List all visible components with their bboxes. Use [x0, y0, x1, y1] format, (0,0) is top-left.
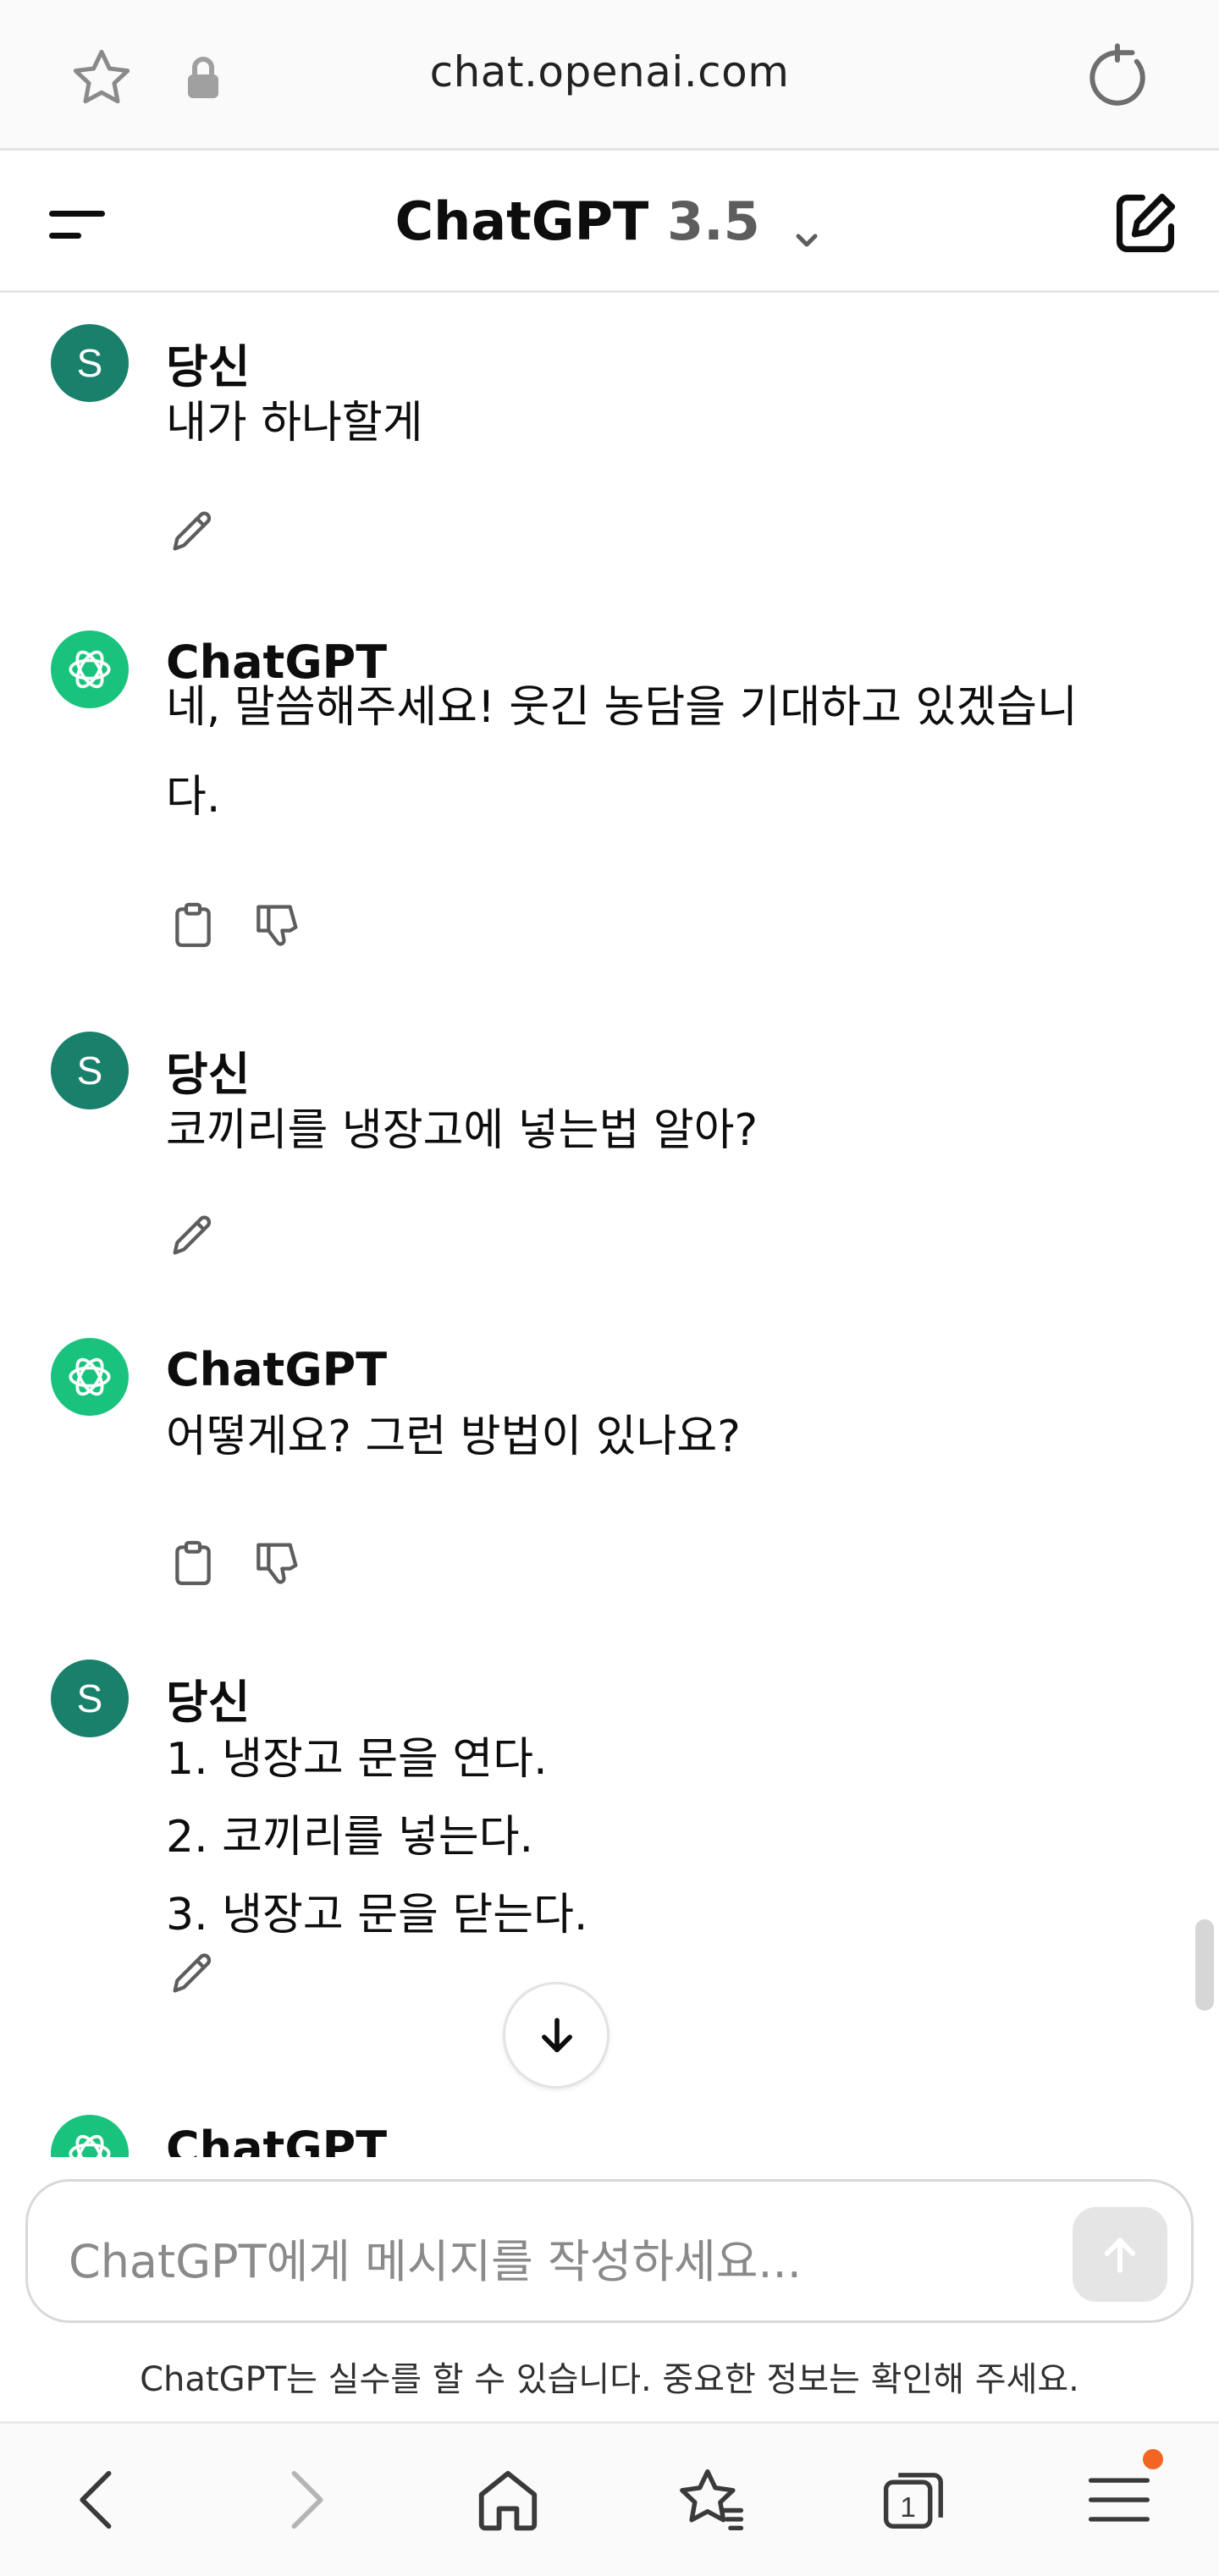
disclaimer-text: ChatGPT는 실수를 할 수 있습니다. 중요한 정보는 확인해 주세요.	[140, 2360, 1079, 2399]
chatgpt-logo-icon	[51, 630, 129, 708]
browser-url-bar: chat.openai.com	[0, 0, 1219, 151]
message-line: 다.	[166, 772, 221, 823]
forward-icon[interactable]	[262, 2458, 347, 2542]
message-line: 2. 코끼리를 넣는다.	[166, 1812, 534, 1863]
tabs-icon[interactable]: 1	[872, 2458, 957, 2542]
hamburger-menu-icon[interactable]	[1077, 2458, 1161, 2542]
back-icon[interactable]	[56, 2458, 141, 2542]
message-line: 어떻게요? 그런 방법이 있나요?	[166, 1412, 741, 1462]
edit-pencil-icon[interactable]	[166, 1946, 220, 2000]
user-avatar: S	[51, 1032, 129, 1109]
scrollbar-thumb[interactable]	[1195, 1919, 1214, 2011]
url-text[interactable]: chat.openai.com	[0, 47, 1219, 96]
assistant-message: ChatGPT 어떻게요? 그런 방법이 있나요?	[0, 1338, 1219, 1617]
tab-count: 1	[900, 2492, 916, 2524]
message-line: 네, 말씀해주세요! 웃긴 농담을 기대하고 있겠습니	[166, 682, 1078, 733]
message-text: 1. 냉장고 문을 연다. 2. 코끼리를 넣는다. 3. 냉장고 문을 닫는다…	[166, 1720, 1139, 1954]
message-text: 내가 하나할게	[166, 378, 1139, 468]
bookmarks-star-icon[interactable]	[669, 2458, 753, 2542]
model-selector[interactable]: ChatGPT 3.5	[0, 190, 1219, 252]
assistant-message: ChatGPT 네, 말씀해주세요! 웃긴 농담을 기대하고 있겠습니 다.	[0, 629, 1219, 984]
arrow-up-icon	[1104, 2237, 1136, 2273]
message-line: 내가 하나할게	[166, 398, 423, 449]
message-input[interactable]: ChatGPT에게 메시지를 작성하세요...	[25, 2179, 1194, 2323]
conversation-area: S 당신 내가 하나할게 ChatGPT 네, 말씀해주세요! 웃긴 농담을 기…	[0, 295, 1219, 2157]
message-line: 코끼리를 냉장고에 넣는법 알아?	[166, 1105, 758, 1156]
browser-bottom-nav: 1	[0, 2421, 1219, 2576]
chatgpt-logo-icon	[51, 1338, 129, 1416]
notification-badge	[1143, 2449, 1163, 2469]
app-header: ChatGPT 3.5	[0, 153, 1219, 293]
arrow-down-icon	[542, 2017, 572, 2053]
copy-clipboard-icon[interactable]	[166, 1536, 220, 1590]
message-text: 네, 말씀해주세요! 웃긴 농담을 기대하고 있겠습니 다.	[166, 663, 1139, 842]
thumbs-down-icon[interactable]	[251, 1536, 305, 1590]
message-text: 코끼리를 냉장고에 넣는법 알아?	[166, 1086, 1139, 1175]
thumbs-down-icon[interactable]	[251, 898, 305, 952]
user-message: S 당신 1. 냉장고 문을 연다. 2. 코끼리를 넣는다. 3. 냉장고 문…	[0, 1656, 1219, 2028]
chevron-down-icon	[790, 208, 824, 247]
message-line: 1. 냉장고 문을 연다.	[166, 1734, 548, 1785]
send-button[interactable]	[1073, 2207, 1167, 2302]
model-version: 3.5	[666, 190, 760, 252]
scroll-to-bottom-button[interactable]	[503, 1982, 610, 2089]
chatgpt-logo-icon	[51, 2115, 129, 2157]
home-icon[interactable]	[466, 2458, 550, 2542]
user-message: S 당신 내가 하나할게	[0, 321, 1219, 608]
user-avatar: S	[51, 324, 129, 402]
message-text: 어떻게요? 그런 방법이 있나요?	[166, 1392, 1139, 1482]
assistant-message: ChatGPT	[0, 2115, 1219, 2157]
edit-pencil-icon[interactable]	[166, 504, 220, 558]
composer-area: ChatGPT에게 메시지를 작성하세요... ChatGPT는 실수를 할 수…	[0, 2157, 1219, 2421]
message-author: ChatGPT	[166, 1343, 388, 1396]
message-line: 3. 냉장고 문을 닫는다.	[166, 1890, 588, 1940]
user-message: S 당신 코끼리를 냉장고에 넣는법 알아?	[0, 1028, 1219, 1307]
reload-icon[interactable]	[1082, 42, 1153, 113]
input-placeholder: ChatGPT에게 메시지를 작성하세요...	[69, 2235, 802, 2288]
model-title: ChatGPT	[394, 190, 649, 252]
new-chat-icon[interactable]	[1109, 187, 1182, 260]
copy-clipboard-icon[interactable]	[166, 898, 220, 952]
user-avatar: S	[51, 1660, 129, 1737]
edit-pencil-icon[interactable]	[166, 1208, 220, 1262]
message-author: ChatGPT	[166, 2122, 388, 2157]
